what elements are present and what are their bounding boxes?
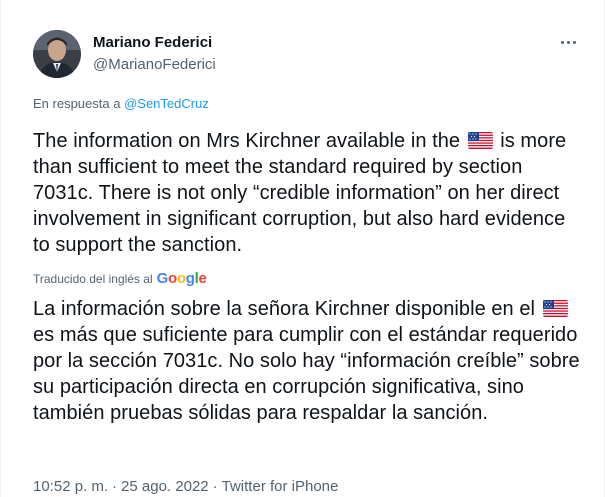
tweet-meta: 10:52 p. m. · 25 ago. 2022 · Twitter for iPh… bbox=[33, 478, 338, 495]
google-logo-letter: o bbox=[168, 270, 177, 287]
tweet-source-link[interactable]: Twitter for iPhone bbox=[222, 478, 339, 495]
google-logo-letter: G bbox=[156, 270, 169, 287]
google-logo: Google bbox=[157, 270, 207, 287]
original-text-part1: The information on Mrs Kirchner availabl… bbox=[33, 130, 461, 152]
us-flag-icon bbox=[542, 300, 568, 317]
author-handle[interactable]: @MarianoFederici bbox=[93, 56, 216, 73]
translated-text-part1: La información sobre la señora Kirchner … bbox=[33, 298, 535, 320]
avatar[interactable] bbox=[33, 30, 81, 78]
reply-prefix: En respuesta a bbox=[33, 96, 121, 111]
translated-text-part2: es más que suficiente para cumplir con e… bbox=[33, 324, 580, 424]
translation-label: Traducido del inglés al bbox=[33, 271, 153, 286]
more-options-button[interactable] bbox=[556, 32, 580, 52]
google-logo-letter: o bbox=[176, 270, 186, 287]
meta-separator: · bbox=[112, 478, 118, 495]
ellipsis-dot bbox=[566, 40, 570, 44]
author-name[interactable]: Mariano Federici bbox=[93, 34, 212, 51]
ellipsis-dot bbox=[560, 40, 564, 44]
tweet-text-translated: La información sobre la señora Kirchner … bbox=[33, 296, 585, 426]
user-avatar-icon bbox=[33, 30, 81, 78]
google-logo-letter: e bbox=[198, 270, 207, 287]
translation-attribution[interactable]: Traducido del inglés al Google bbox=[33, 270, 207, 287]
tweet-card: Mariano Federici @MarianoFederici En res… bbox=[0, 0, 605, 497]
us-flag-icon bbox=[467, 132, 493, 149]
meta-separator: · bbox=[212, 478, 218, 495]
ellipsis-dot bbox=[572, 40, 576, 44]
reply-context: En respuesta a @SenTedCruz bbox=[33, 96, 209, 111]
reply-mention-link[interactable]: @SenTedCruz bbox=[124, 96, 209, 111]
tweet-text-original: The information on Mrs Kirchner availabl… bbox=[33, 128, 585, 258]
tweet-time-link[interactable]: 10:52 p. m. bbox=[33, 478, 108, 495]
google-logo-letter: g bbox=[185, 270, 195, 287]
tweet-date-link[interactable]: 25 ago. 2022 bbox=[121, 478, 209, 495]
